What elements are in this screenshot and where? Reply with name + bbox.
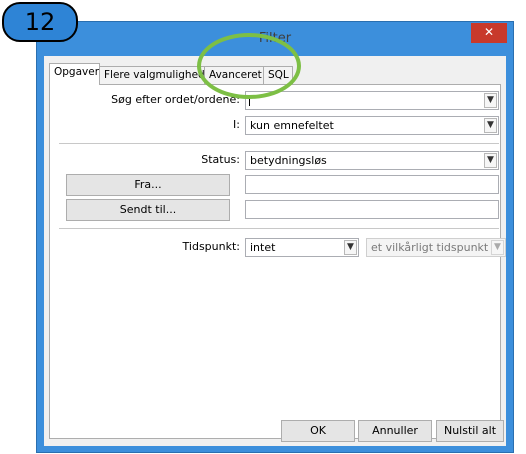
step-number-badge: 12 — [2, 2, 78, 42]
tab-flere-valgmuligheder[interactable]: Flere valgmuligheder — [99, 66, 215, 84]
time-label: Tidspunkt: — [182, 240, 240, 253]
search-words-label: Søg efter ordet/ordene: — [111, 93, 240, 106]
status-label: Status: — [201, 153, 240, 166]
separator — [59, 143, 499, 144]
chevron-down-icon[interactable]: ▼ — [344, 240, 357, 255]
from-button[interactable]: Fra... — [66, 174, 230, 196]
status-value: betydningsløs — [250, 154, 327, 167]
time-select[interactable]: intet ▼ — [245, 238, 359, 257]
sent-to-input[interactable] — [245, 200, 499, 219]
chevron-down-icon[interactable]: ▼ — [484, 118, 497, 133]
reset-all-button[interactable]: Nulstil alt — [436, 420, 504, 442]
from-input[interactable] — [245, 175, 499, 194]
close-icon: ✕ — [483, 25, 495, 39]
close-button[interactable]: ✕ — [471, 23, 507, 43]
separator — [59, 228, 499, 229]
time-value: intet — [250, 241, 276, 254]
tab-panel-opgaver: Søg efter ordet/ordene: ▼ I: kun emnefel… — [49, 84, 506, 439]
chevron-down-icon: ▼ — [491, 240, 504, 255]
in-field-select[interactable]: kun emnefeltet ▼ — [245, 116, 499, 135]
cancel-button[interactable]: Annuller — [358, 420, 432, 442]
time-range-value: et vilkårligt tidspunkt — [371, 241, 489, 254]
in-label: I: — [233, 118, 240, 131]
sent-to-button[interactable]: Sendt til... — [66, 199, 230, 221]
chevron-down-icon[interactable]: ▼ — [484, 153, 497, 168]
search-words-combo[interactable]: ▼ — [245, 91, 499, 110]
ok-button[interactable]: OK — [281, 420, 355, 442]
in-field-value: kun emnefeltet — [250, 119, 334, 132]
tab-opgaver[interactable]: Opgaver — [49, 63, 100, 85]
status-select[interactable]: betydningsløs ▼ — [245, 151, 499, 170]
advanced-tab-highlight-circle — [197, 33, 301, 99]
chevron-down-icon[interactable]: ▼ — [484, 93, 497, 108]
time-range-select: et vilkårligt tidspunkt ▼ — [366, 238, 506, 257]
dialog-client-area: Opgaver Flere valgmuligheder Avanceret S… — [44, 56, 506, 446]
